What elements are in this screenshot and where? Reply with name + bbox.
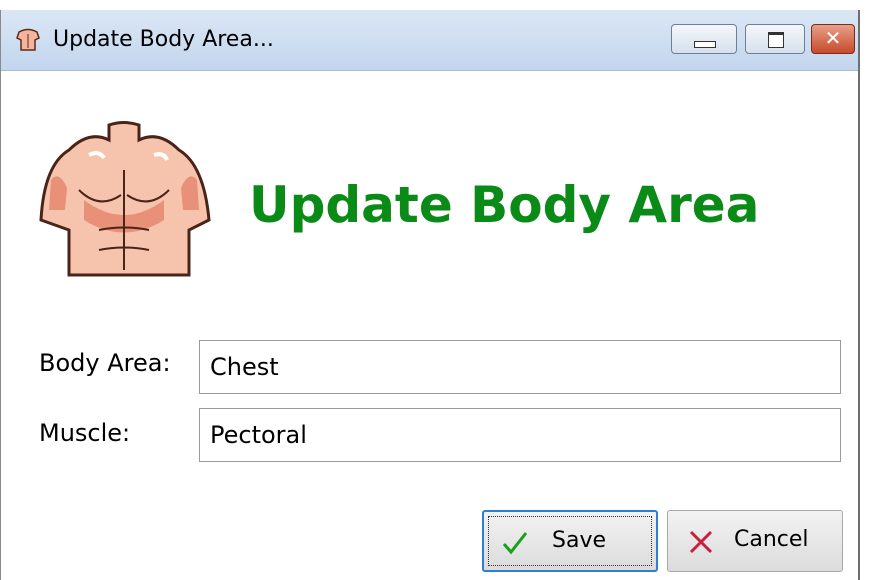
close-icon: ✕ (824, 26, 842, 50)
title-bar[interactable]: Update Body Area... ✕ (1, 10, 858, 71)
x-icon (686, 527, 716, 557)
maximize-button[interactable] (745, 24, 805, 54)
save-button-label: Save (552, 528, 607, 553)
dialog-window: Update Body Area... ✕ Update Body Area B… (0, 10, 860, 580)
window-title: Update Body Area... (53, 27, 274, 52)
minimize-icon (694, 41, 716, 48)
torso-icon (29, 110, 219, 280)
minimize-button[interactable] (671, 24, 737, 54)
body-area-field[interactable] (199, 340, 841, 394)
page-heading: Update Body Area (249, 176, 760, 234)
close-button[interactable]: ✕ (811, 24, 855, 54)
app-torso-icon (13, 24, 43, 54)
checkmark-icon (500, 528, 530, 558)
body-area-label: Body Area: (39, 349, 171, 377)
desktop-strip (0, 0, 872, 10)
muscle-field[interactable] (199, 408, 841, 462)
cancel-button[interactable]: Cancel (667, 510, 843, 572)
muscle-label: Muscle: (39, 419, 131, 447)
cancel-button-label: Cancel (734, 527, 809, 552)
maximize-icon (768, 32, 784, 48)
save-button[interactable]: Save (482, 510, 658, 572)
